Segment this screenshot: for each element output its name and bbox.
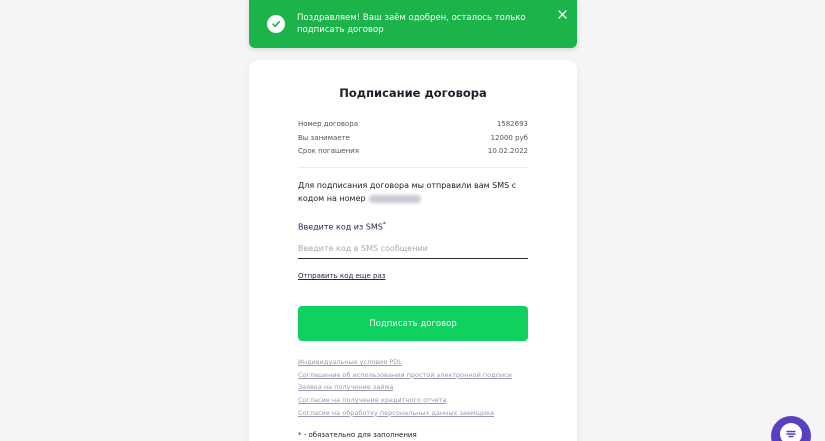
sms-info: Для подписания договора мы отправили вам… [298,179,528,205]
detail-label: Номер договора [298,120,359,128]
detail-value: 12000 руб [490,133,528,142]
doc-link-personal-data-consent[interactable]: Согласие на обработку персональных данны… [298,407,528,420]
doc-link-loan-application[interactable]: Заявка на получение займа [298,381,528,394]
sms-code-label-text: Введите код из SMS [298,222,383,232]
detail-row-due-date: Срок погашения 10.02.2022 [298,145,528,159]
contract-details: Номер договора 1582693 Вы занимаете 1200… [298,118,528,159]
required-mark: * [382,221,386,228]
detail-label: Срок погашения [298,147,359,155]
masked-phone-number [368,194,421,203]
page-title: Подписание договора [339,86,487,100]
required-note: * - обязательно для заполнения [298,431,417,439]
doc-link-credit-report-consent[interactable]: Согласие на получение кредитного отчета [298,394,528,407]
check-circle-icon [267,15,285,33]
resend-code-link[interactable]: Отправить код еще раз [298,272,385,280]
contract-card: Подписание договора Номер договора 15826… [249,60,577,441]
sign-contract-button[interactable]: Подписать договор [298,306,528,341]
document-links: Индивидуальные условия PDL Соглашение об… [298,356,528,419]
chat-widget-button[interactable] [771,416,811,441]
toast-message: Поздравляем! Ваш заём одобрен, осталось … [297,13,526,35]
success-toast: Поздравляем! Ваш заём одобрен, осталось … [249,0,577,48]
doc-link-electronic-signature[interactable]: Соглашение об использовании простой элек… [298,369,528,382]
detail-value: 10.02.2022 [487,147,528,155]
detail-value: 1582693 [496,120,528,128]
detail-row-amount: Вы занимаете 12000 руб [298,132,528,146]
detail-label: Вы занимаете [298,133,350,142]
sms-code-label: Введите код из SMS* [298,221,386,232]
close-icon[interactable] [555,7,569,21]
chat-icon [780,423,802,441]
detail-row-contract-number: Номер договора 1582693 [298,118,528,132]
page: Поздравляем! Ваш заём одобрен, осталось … [0,0,825,441]
sms-code-input[interactable] [298,238,528,259]
doc-link-individual-terms[interactable]: Индивидуальные условия PDL [298,356,528,369]
divider [298,167,528,168]
